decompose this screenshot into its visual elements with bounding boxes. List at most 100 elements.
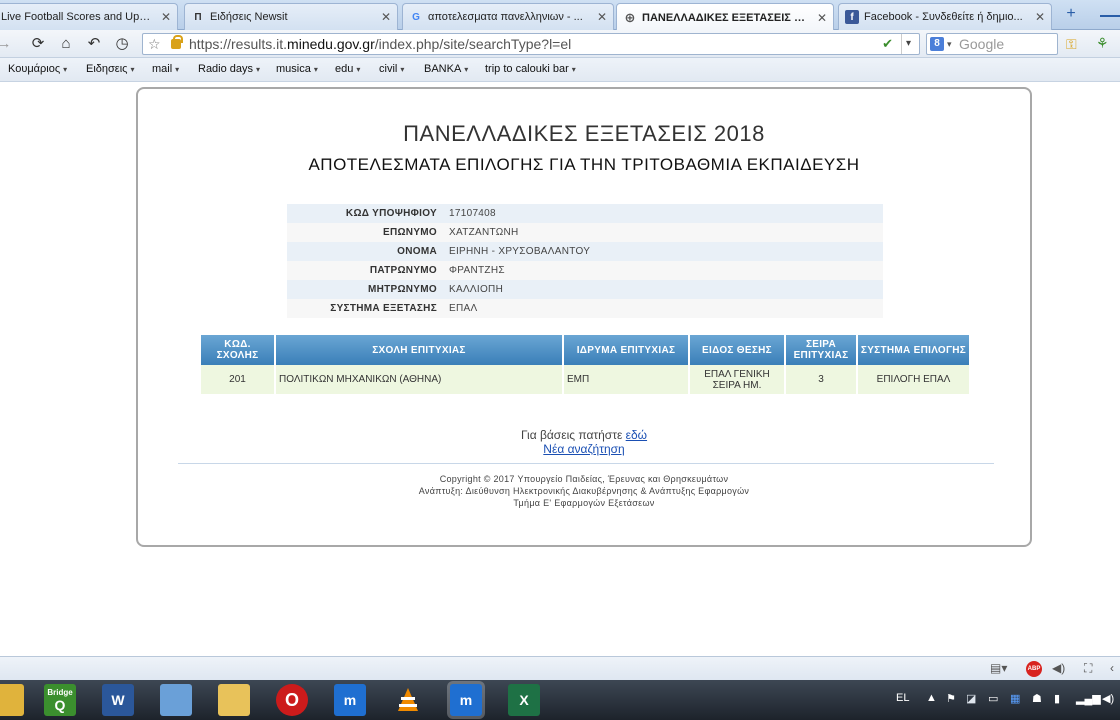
history-clock-icon[interactable]: ◷ (112, 34, 132, 54)
tab-label: Live Football Scores and Updat... (1, 11, 155, 23)
new-search-link[interactable]: Νέα αναζήτηση (543, 442, 624, 456)
tab-label: ΠΑΝΕΛΛΑΔΙΚΕΣ ΕΞΕΤΑΣΕΙΣ 20... (642, 11, 811, 24)
search-engine-box[interactable]: 8 ▾ Google (926, 33, 1058, 55)
chevron-down-icon[interactable]: ▾ (947, 34, 952, 54)
chevron-down-icon: ▾ (400, 65, 405, 74)
candidate-info-table: ΚΩΔ ΥΠΟΨΗΦΙΟΥ 17107408 ΕΠΩΝΥΜΟ ΧΑΤΖΑΝΤΩΝΗ … (287, 204, 883, 318)
bookmark-folder[interactable]: Κουμάριος ▾ (8, 63, 67, 75)
facebook-favicon-icon: f (845, 10, 859, 24)
word-taskbar-icon[interactable]: W (102, 684, 134, 716)
column-header: ΕΙΔΟΣ ΘΕΣΗΣ (689, 335, 786, 365)
signal-icon[interactable]: ▂▄▆ (1076, 692, 1101, 705)
tab-live-football[interactable]: Live Football Scores and Updat... ✕ (0, 3, 178, 30)
google-search-icon[interactable]: 8 (930, 37, 944, 51)
tab-newsit[interactable]: Π Ειδήσεις Newsit ✕ (184, 3, 398, 30)
excel-taskbar-icon[interactable]: X (508, 684, 540, 716)
bases-link[interactable]: εδώ (626, 428, 647, 442)
bookmark-folder[interactable]: trip to calouki bar ▾ (485, 63, 576, 75)
page-tools-icon[interactable]: ▤▾ (990, 661, 1007, 675)
selection-system-cell: ΕΠΙΛΟΓΗ ΕΠΑΛ (857, 365, 969, 394)
speaker-icon[interactable]: ◀) (1102, 692, 1114, 705)
bookmark-folder[interactable]: musica ▾ (276, 63, 318, 75)
candidate-label: ΚΩΔ ΥΠΟΨΗΦΙΟΥ (287, 204, 445, 223)
close-icon[interactable]: ✕ (597, 10, 607, 24)
lock-icon[interactable] (171, 35, 183, 49)
address-bar[interactable]: ☆ https://results.it.minedu.gov.gr/index… (142, 33, 920, 55)
fullscreen-icon[interactable]: ⛶ (1084, 661, 1092, 676)
candidate-label: ΕΠΩΝΥΜΟ (287, 223, 445, 242)
newsit-favicon-icon: Π (194, 11, 202, 23)
close-icon[interactable]: ✕ (161, 10, 171, 24)
close-icon[interactable]: ✕ (381, 10, 391, 24)
key-icon[interactable]: ⚿ (1066, 36, 1077, 53)
status-bar: ▤▾ ABP ◀) ⛶ ‹ (0, 656, 1120, 680)
explorer-taskbar-icon[interactable] (0, 684, 24, 716)
bookmark-folder[interactable]: edu ▾ (335, 63, 360, 75)
leaf-extension-icon[interactable]: ✔ (882, 34, 893, 54)
candidate-row: ΕΠΩΝΥΜΟ ΧΑΤΖΑΝΤΩΝΗ (287, 223, 883, 242)
forward-arrow-icon[interactable]: → (0, 34, 14, 54)
dropbox-icon[interactable]: ◪ (966, 692, 976, 705)
table-row: 201 ΠΟΛΙΤΙΚΩΝ ΜΗΧΑΝΙΚΩΝ (ΑΘΗΝΑ) ΕΜΠ ΕΠΑΛ… (201, 365, 969, 394)
power-icon[interactable]: ▮ (1054, 692, 1060, 705)
maxthon-taskbar-icon[interactable]: m (334, 684, 366, 716)
close-icon[interactable]: ✕ (817, 11, 827, 25)
home-icon[interactable]: ⌂ (56, 34, 76, 54)
chevron-down-icon: ▾ (464, 65, 469, 74)
tab-panelladikes[interactable]: ⊕ ΠΑΝΕΛΛΑΔΙΚΕΣ ΕΞΕΤΑΣΕΙΣ 20... ✕ (616, 3, 834, 31)
adblock-icon[interactable]: ABP (1026, 661, 1042, 677)
vlc-taskbar-icon[interactable] (392, 684, 424, 716)
department-line: Τμήμα Ε' Εφαρμογών Εξετάσεων (513, 498, 655, 508)
folder-taskbar-icon[interactable] (218, 684, 250, 716)
language-indicator[interactable]: EL (896, 692, 909, 704)
chevron-down-icon: ▾ (356, 65, 361, 74)
undo-icon[interactable]: ↶ (84, 34, 104, 54)
opera-taskbar-icon[interactable]: O (276, 684, 308, 716)
tab-facebook[interactable]: f Facebook - Συνδεθείτε ή δημιο... ✕ (838, 3, 1052, 30)
school-code-cell: 201 (201, 365, 276, 394)
candidate-value: ΦΡΑΝΤΖΗΣ (445, 261, 883, 280)
close-icon[interactable]: ✕ (1035, 10, 1045, 24)
more-icon[interactable]: ‹ (1110, 661, 1114, 675)
maxthon-active-taskbar-icon[interactable]: m (450, 684, 482, 716)
url-text[interactable]: https://results.it.minedu.gov.gr/index.p… (189, 34, 571, 54)
bridge-taskbar-icon[interactable]: Bridge Q (44, 684, 76, 716)
new-search-line: Νέα αναζήτηση (138, 442, 1030, 456)
chevron-down-icon[interactable]: ▾ (901, 34, 915, 54)
globe-favicon-icon: ⊕ (624, 9, 636, 25)
results-card: ΠΑΝΕΛΛΑΔΙΚΕΣ ΕΞΕΤΑΣΕΙΣ 2018 ΑΠΟΤΕΛΕΣΜΑΤΑ… (136, 87, 1032, 547)
puzzle-extension-icon[interactable]: ⚘ (1096, 35, 1109, 52)
candidate-label: ΠΑΤΡΩΝΥΜΟ (287, 261, 445, 280)
bookmark-folder[interactable]: Radio days ▾ (198, 63, 260, 75)
volume-icon[interactable]: ◀) (1052, 661, 1065, 675)
candidate-label: ΟΝΟΜΑ (287, 242, 445, 261)
bookmark-folder[interactable]: BANKA ▾ (424, 63, 468, 75)
monitor-icon[interactable]: ▭ (988, 692, 998, 705)
new-tab-plus-icon[interactable]: + (1062, 4, 1080, 24)
position-type-cell: ΕΠΑΛ ΓΕΝΙΚΗ ΣΕΙΡΑ ΗΜ. (689, 365, 786, 394)
flag-icon[interactable]: ⚑ (946, 692, 956, 705)
bookmark-folder[interactable]: mail ▾ (152, 63, 179, 75)
reload-icon[interactable]: ⟳ (28, 34, 48, 54)
minimize-icon[interactable] (1100, 3, 1120, 17)
column-header: ΣΧΟΛΗ ΕΠΙΤΥΧΙΑΣ (275, 335, 564, 365)
chevron-down-icon: ▾ (175, 65, 180, 74)
security-icon[interactable]: ☗ (1032, 692, 1042, 705)
tray-expand-icon[interactable]: ▲ (926, 692, 937, 704)
bridge-label: Bridge (47, 687, 73, 697)
bookmark-folder[interactable]: civil ▾ (379, 63, 404, 75)
bases-line: Για βάσεις πατήστε εδώ (138, 428, 1030, 442)
tab-label: Facebook - Συνδεθείτε ή δημιο... (864, 11, 1023, 23)
results-table: ΚΩΔ. ΣΧΟΛΗΣ ΣΧΟΛΗ ΕΠΙΤΥΧΙΑΣ ΙΔΡΥΜΑ ΕΠΙΤΥ… (201, 335, 969, 394)
candidate-value: ΕΙΡΗΝΗ - ΧΡΥΣΟΒΑΛΑΝΤΟΥ (445, 242, 883, 261)
app-tray-icon[interactable]: ▦ (1010, 692, 1020, 705)
bookmark-folder[interactable]: Ειδησεις ▾ (86, 63, 134, 75)
page-viewport: ΠΑΝΕΛΛΑΔΙΚΕΣ ΕΞΕΤΑΣΕΙΣ 2018 ΑΠΟΤΕΛΕΣΜΑΤΑ… (0, 82, 1120, 656)
column-header: ΣΕΙΡΑ ΕΠΙΤΥΧΙΑΣ (785, 335, 858, 365)
tab-google-search[interactable]: G αποτελεσματα πανελληνιων - ... ✕ (402, 3, 614, 30)
page-title: ΠΑΝΕΛΛΑΔΙΚΕΣ ΕΞΕΤΑΣΕΙΣ 2018 (403, 121, 765, 146)
notes-taskbar-icon[interactable] (160, 684, 192, 716)
candidate-value: ΕΠΑΛ (445, 299, 883, 318)
bookmark-star-icon[interactable]: ☆ (148, 34, 161, 54)
divider (178, 463, 994, 464)
